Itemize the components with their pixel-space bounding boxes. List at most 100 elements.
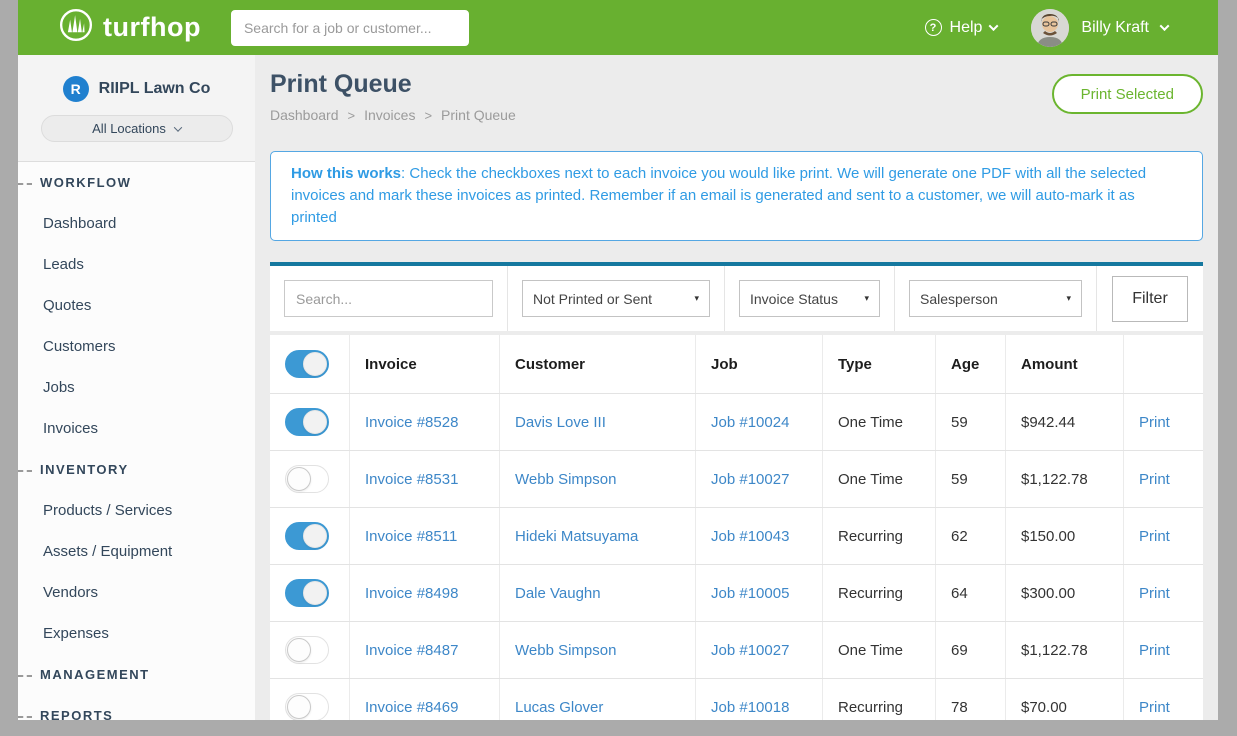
- customer-link[interactable]: Davis Love III: [515, 414, 606, 431]
- global-search-input[interactable]: [231, 10, 469, 46]
- sidebar-nav: WORKFLOW Dashboard Leads Quotes Customer…: [18, 162, 255, 736]
- job-link[interactable]: Job #10024: [711, 414, 789, 431]
- toggle-knob: [287, 638, 311, 662]
- invoice-link[interactable]: Invoice #8487: [365, 642, 458, 659]
- filter-button[interactable]: Filter: [1112, 276, 1188, 322]
- invoice-link[interactable]: Invoice #8531: [365, 471, 458, 488]
- print-link[interactable]: Print: [1139, 642, 1170, 659]
- print-link[interactable]: Print: [1139, 528, 1170, 545]
- table-search-input[interactable]: [284, 280, 493, 317]
- grass-logo-icon: [58, 7, 94, 48]
- row-select-toggle[interactable]: [285, 408, 329, 436]
- job-link[interactable]: Job #10027: [711, 471, 789, 488]
- customer-link[interactable]: Hideki Matsuyama: [515, 528, 638, 545]
- chevron-down-icon: [1160, 21, 1170, 31]
- invoice-table: Invoice Customer Job Type Age Amount Inv…: [270, 335, 1203, 720]
- row-select-toggle[interactable]: [285, 579, 329, 607]
- main-content: Print Queue Dashboard > Invoices > Print…: [255, 55, 1218, 720]
- sidebar-item-vendors[interactable]: Vendors: [18, 572, 255, 613]
- select-all-toggle[interactable]: [285, 350, 329, 378]
- desktop-margin-left: [0, 0, 18, 720]
- table-row: Invoice #8469 Lucas Glover Job #10018 Re…: [270, 678, 1203, 720]
- invoice-status-select[interactable]: Invoice Status ▾: [739, 280, 880, 317]
- user-menu[interactable]: Billy Kraft: [1031, 9, 1168, 47]
- company-switcher[interactable]: R RIIPL Lawn Co: [18, 55, 255, 102]
- help-icon: ?: [925, 19, 942, 36]
- sidebar-item-leads[interactable]: Leads: [18, 244, 255, 285]
- toggle-knob: [287, 695, 311, 719]
- print-link[interactable]: Print: [1139, 585, 1170, 602]
- help-menu[interactable]: ? Help: [925, 19, 998, 37]
- sidebar-item-assets-equipment[interactable]: Assets / Equipment: [18, 531, 255, 572]
- toggle-knob: [303, 581, 327, 605]
- dropdown-caret-icon: ▾: [694, 293, 699, 304]
- row-select-toggle[interactable]: [285, 465, 329, 493]
- job-link[interactable]: Job #10018: [711, 699, 789, 716]
- age-cell: 62: [936, 508, 1006, 564]
- company-badge: R: [63, 76, 89, 102]
- amount-cell: $300.00: [1006, 565, 1124, 621]
- table-row: Invoice #8531 Webb Simpson Job #10027 On…: [270, 450, 1203, 507]
- toggle-knob: [287, 467, 311, 491]
- sidebar-item-jobs[interactable]: Jobs: [18, 367, 255, 408]
- chevron-down-icon: [174, 123, 182, 131]
- sidebar-item-quotes[interactable]: Quotes: [18, 285, 255, 326]
- filter-bar: Not Printed or Sent ▾ Invoice Status ▾ S…: [270, 262, 1203, 331]
- invoice-link[interactable]: Invoice #8528: [365, 414, 458, 431]
- section-tick-icon: [18, 716, 32, 718]
- nav-section-inventory: INVENTORY: [18, 449, 255, 490]
- printed-status-select[interactable]: Not Printed or Sent ▾: [522, 280, 710, 317]
- age-cell: 59: [936, 451, 1006, 507]
- row-select-toggle[interactable]: [285, 636, 329, 664]
- col-header-invoice: Invoice: [350, 335, 500, 393]
- invoice-status-group: Invoice Status ▾: [725, 266, 895, 331]
- breadcrumb-dashboard[interactable]: Dashboard: [270, 107, 339, 123]
- info-text: : Check the checkboxes next to each invo…: [291, 165, 1146, 226]
- salesperson-select[interactable]: Salesperson ▾: [909, 280, 1082, 317]
- table-row: Invoice #8498 Dale Vaughn Job #10005 Rec…: [270, 564, 1203, 621]
- sidebar-item-dashboard[interactable]: Dashboard: [18, 203, 255, 244]
- toggle-knob: [303, 352, 327, 376]
- nav-section-reports: REPORTS: [18, 695, 255, 736]
- invoice-link[interactable]: Invoice #8498: [365, 585, 458, 602]
- print-link[interactable]: Print: [1139, 699, 1170, 716]
- toggle-knob: [303, 410, 327, 434]
- job-link[interactable]: Job #10005: [711, 585, 789, 602]
- job-link[interactable]: Job #10043: [711, 528, 789, 545]
- locations-dropdown[interactable]: All Locations: [41, 115, 233, 142]
- customer-link[interactable]: Webb Simpson: [515, 471, 616, 488]
- invoice-link[interactable]: Invoice #8469: [365, 699, 458, 716]
- nav-section-workflow: WORKFLOW: [18, 162, 255, 203]
- sidebar-item-customers[interactable]: Customers: [18, 326, 255, 367]
- job-link[interactable]: Job #10027: [711, 642, 789, 659]
- sidebar-item-products-services[interactable]: Products / Services: [18, 490, 255, 531]
- invoice-link[interactable]: Invoice #8511: [365, 528, 457, 545]
- top-navbar: turfhop ? Help: [18, 0, 1218, 55]
- type-cell: Recurring: [823, 508, 936, 564]
- nav-section-management: MANAGEMENT: [18, 654, 255, 695]
- locations-label: All Locations: [92, 121, 166, 136]
- customer-link[interactable]: Webb Simpson: [515, 642, 616, 659]
- customer-link[interactable]: Lucas Glover: [515, 699, 603, 716]
- sidebar-item-expenses[interactable]: Expenses: [18, 613, 255, 654]
- row-select-toggle[interactable]: [285, 522, 329, 550]
- row-select-toggle[interactable]: [285, 693, 329, 720]
- company-name: RIIPL Lawn Co: [99, 80, 211, 98]
- breadcrumb-invoices[interactable]: Invoices: [364, 107, 415, 123]
- amount-cell: $70.00: [1006, 679, 1124, 720]
- desktop-margin-right: [1218, 0, 1237, 720]
- amount-cell: $1,122.78: [1006, 451, 1124, 507]
- print-selected-button[interactable]: Print Selected: [1052, 74, 1203, 114]
- logo-wordmark: turfhop: [103, 12, 201, 43]
- print-link[interactable]: Print: [1139, 471, 1170, 488]
- print-link[interactable]: Print: [1139, 414, 1170, 431]
- turfhop-logo[interactable]: turfhop: [58, 7, 201, 48]
- customer-link[interactable]: Dale Vaughn: [515, 585, 601, 602]
- age-cell: 64: [936, 565, 1006, 621]
- toggle-knob: [303, 524, 327, 548]
- sidebar-item-invoices[interactable]: Invoices: [18, 408, 255, 449]
- type-cell: One Time: [823, 451, 936, 507]
- section-tick-icon: [18, 675, 32, 677]
- filter-search-group: [270, 266, 508, 331]
- table-header-row: Invoice Customer Job Type Age Amount: [270, 335, 1203, 393]
